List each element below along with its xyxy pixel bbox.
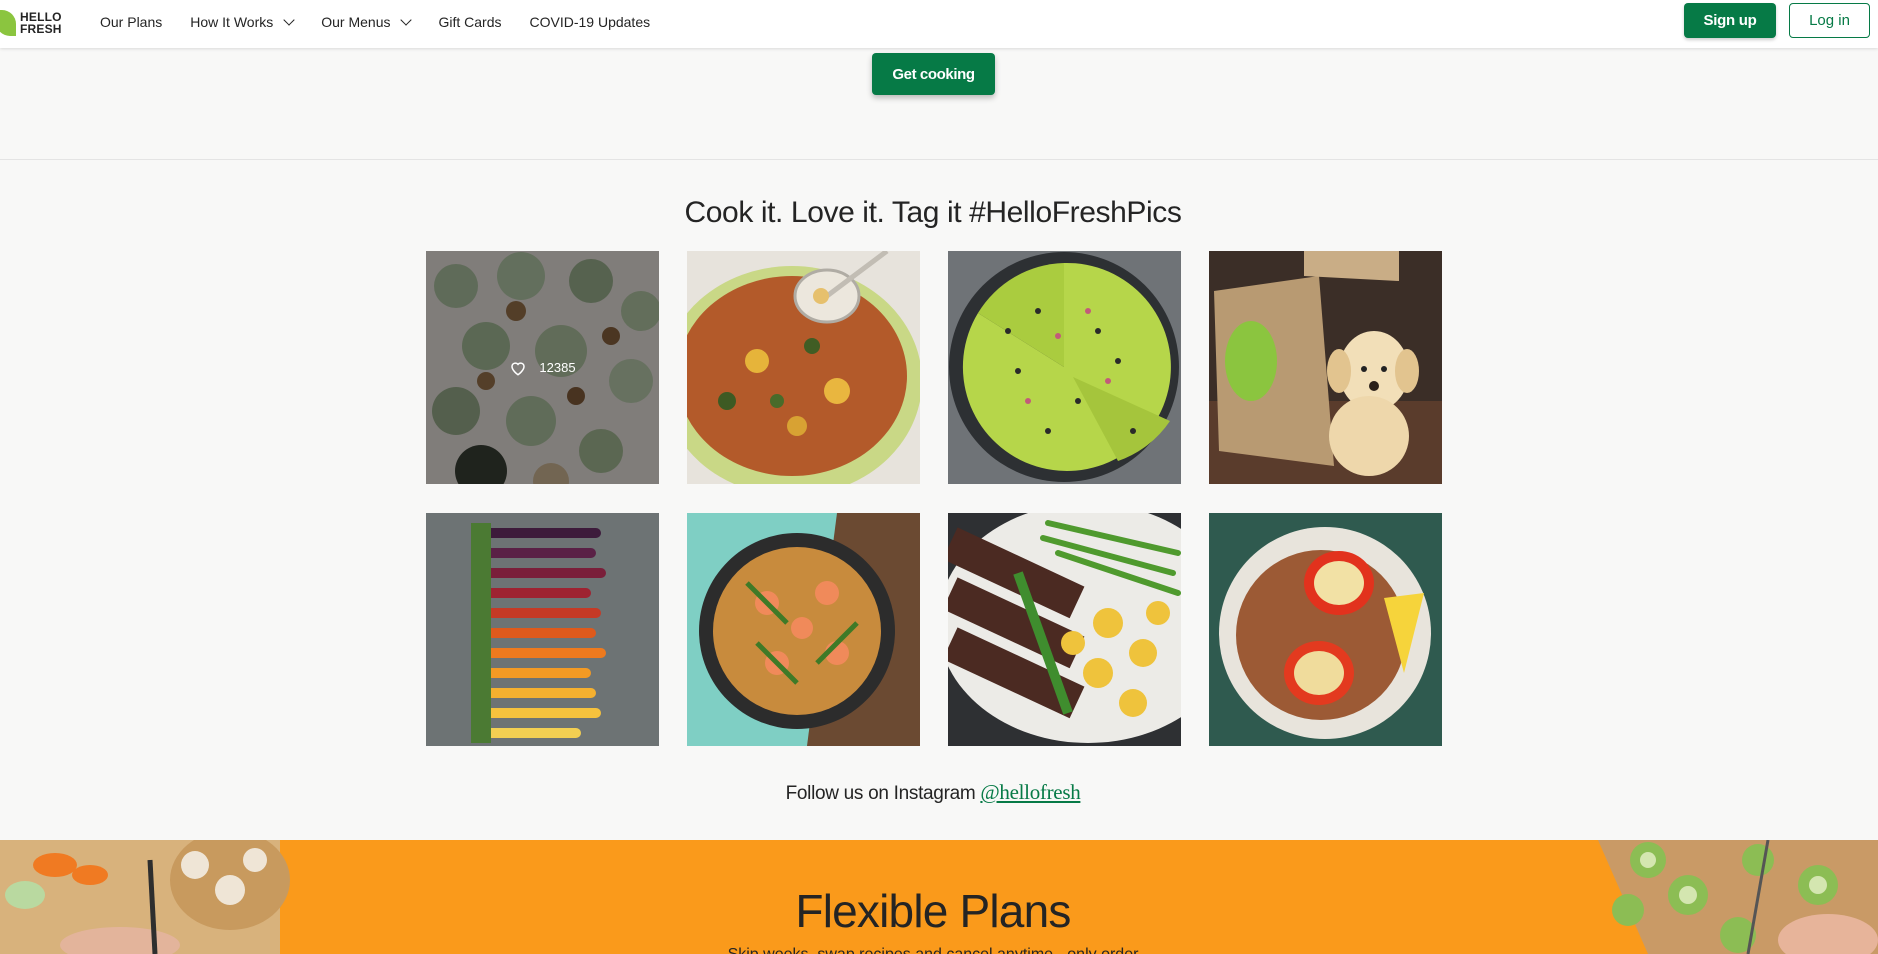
shrimp-noodles-image <box>687 513 920 746</box>
likes-count: 12385 <box>539 360 576 375</box>
nav-our-plans-label: Our Plans <box>100 14 163 30</box>
nav-our-menus-label: Our Menus <box>321 14 391 30</box>
top-nav-bar: HELLO FRESH Our Plans How It Works Our M… <box>0 0 1878 48</box>
follow-us-line: Follow us on Instagram @hellofresh <box>0 780 1866 805</box>
stuffed-peppers-image <box>1209 513 1442 746</box>
photo-stuffed-peppers[interactable] <box>1209 513 1442 746</box>
puppy-box-image <box>1209 251 1442 484</box>
logo-text: HELLO FRESH <box>20 11 62 35</box>
chevron-down-icon <box>400 13 413 26</box>
log-in-button[interactable]: Log in <box>1789 3 1870 38</box>
follow-text: Follow us on Instagram <box>785 783 981 804</box>
photo-cupcakes[interactable]: 12385 <box>426 251 659 484</box>
photo-steak-potatoes[interactable] <box>948 513 1181 746</box>
nav-gift-cards[interactable]: Gift Cards <box>438 14 501 30</box>
carrots-image <box>426 513 659 746</box>
instagram-handle-link[interactable]: @hellofresh <box>980 780 1080 804</box>
get-cooking-button[interactable]: Get cooking <box>872 53 995 95</box>
soup-pot-image <box>687 251 920 484</box>
sign-up-button[interactable]: Sign up <box>1684 3 1776 38</box>
leaf-icon <box>0 10 16 36</box>
flexible-plans-section: Flexible Plans Skip weeks, swap recipes … <box>0 840 1878 954</box>
nav-our-plans[interactable]: Our Plans <box>100 14 162 30</box>
logo-line-2: FRESH <box>20 22 62 36</box>
photo-puppy-box[interactable] <box>1209 251 1442 484</box>
gallery-title: Cook it. Love it. Tag it #HelloFreshPics <box>684 196 1182 229</box>
nav-how-it-works-label: How It Works <box>190 14 274 30</box>
photo-carrots[interactable] <box>426 513 659 746</box>
nav-covid-updates[interactable]: COVID-19 Updates <box>530 14 651 30</box>
main-nav: Our Plans How It Works Our Menus Gift Ca… <box>100 0 678 44</box>
chevron-down-icon <box>283 13 295 26</box>
photo-soup-pot[interactable] <box>687 251 920 484</box>
nav-gift-cards-label: Gift Cards <box>438 14 502 30</box>
flexible-plans-title: Flexible Plans <box>795 885 1071 937</box>
photo-shrimp-noodles[interactable] <box>687 513 920 746</box>
section-divider <box>0 159 1878 160</box>
hellofresh-logo[interactable]: HELLO FRESH <box>0 10 62 36</box>
likes-overlay: 12385 <box>426 251 659 484</box>
photo-avocado-pizza[interactable] <box>948 251 1181 484</box>
flexible-plans-subtitle: Skip weeks, swap recipes and cancel anyt… <box>0 946 1866 954</box>
avocado-pizza-image <box>948 251 1181 484</box>
heart-icon <box>511 361 526 376</box>
steak-potatoes-image <box>948 513 1181 746</box>
nav-our-menus[interactable]: Our Menus <box>321 13 413 30</box>
nav-covid-updates-label: COVID-19 Updates <box>529 14 651 30</box>
nav-how-it-works[interactable]: How It Works <box>190 13 295 30</box>
